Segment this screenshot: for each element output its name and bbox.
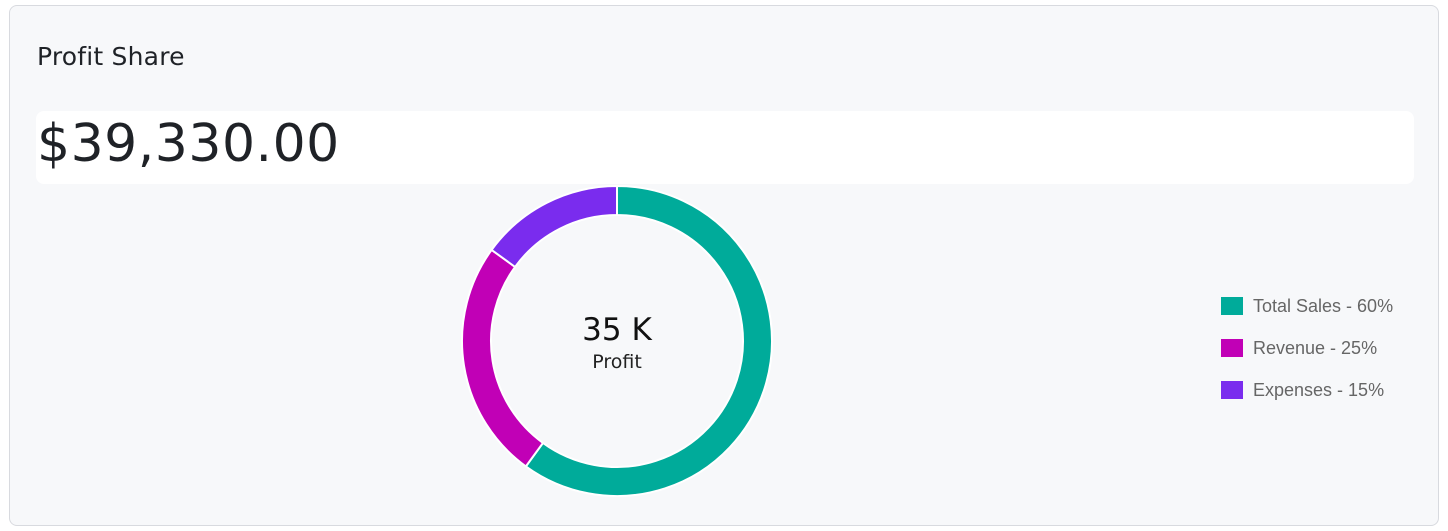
- chart-legend: Total Sales - 60% Revenue - 25% Expenses -…: [1221, 285, 1393, 411]
- legend-label: Revenue - 25%: [1253, 337, 1378, 358]
- donut-chart: 35 K Profit: [461, 184, 773, 497]
- center-label: Profit: [592, 351, 642, 373]
- legend-label: Expenses - 15%: [1253, 379, 1385, 400]
- legend-swatch: [1221, 297, 1243, 315]
- legend-item-expenses[interactable]: Expenses - 15%: [1221, 369, 1393, 411]
- legend-swatch: [1221, 381, 1243, 399]
- legend-item-total-sales[interactable]: Total Sales - 60%: [1221, 285, 1393, 327]
- donut-slice-revenue[interactable]: [461, 248, 545, 468]
- legend-item-revenue[interactable]: Revenue - 25%: [1221, 327, 1393, 369]
- legend-label: Total Sales - 60%: [1253, 295, 1394, 316]
- profit-share-card: Profit Share $39,330.00 35 K Profit Tota…: [9, 5, 1439, 526]
- legend-swatch: [1221, 339, 1243, 357]
- center-value: 35 K: [582, 312, 652, 348]
- donut-slice-expenses[interactable]: [490, 184, 618, 269]
